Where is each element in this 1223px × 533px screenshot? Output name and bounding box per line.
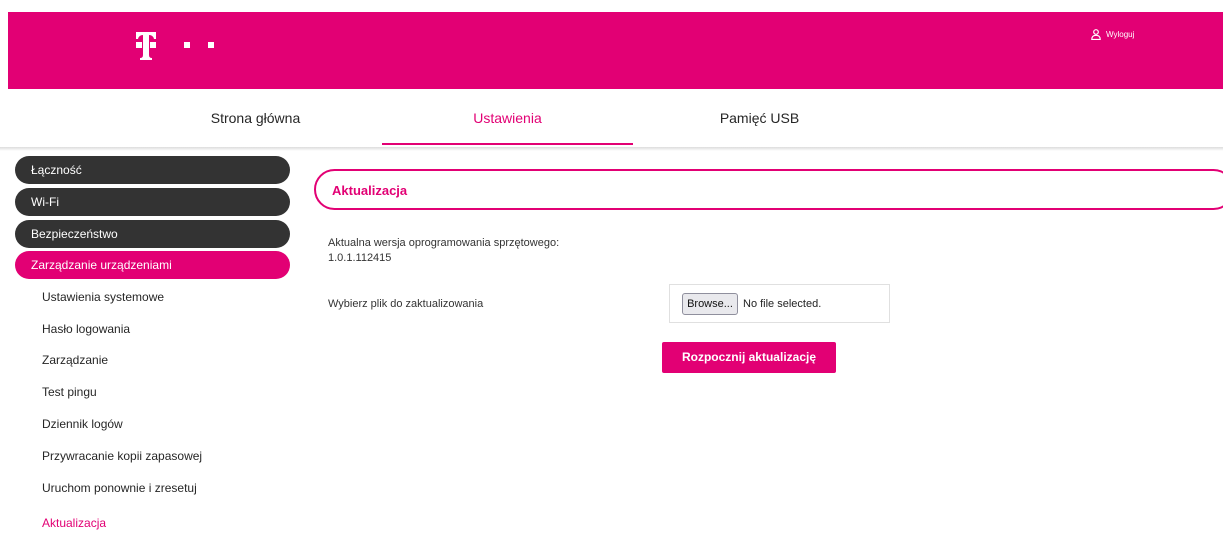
tab-home[interactable]: Strona główna [130,89,381,147]
sidebar-subitem-login-password[interactable]: Hasło logowania [42,322,130,336]
sidebar: Łączność Wi-Fi Bezpieczeństwo Zarządzani… [0,155,300,533]
user-icon [1091,28,1101,40]
sidebar-subitem-update[interactable]: Aktualizacja [42,516,106,530]
header-bar: Wyloguj [8,12,1223,89]
start-update-button[interactable]: Rozpocznij aktualizację [662,342,836,373]
logout-label: Wyloguj [1106,29,1135,39]
tab-usb-storage[interactable]: Pamięć USB [634,89,885,147]
no-file-text: No file selected. [743,298,822,310]
sidebar-subitem-system-settings[interactable]: Ustawienia systemowe [42,290,164,304]
browse-button[interactable]: Browse... [682,293,738,315]
nav-divider [0,147,1223,151]
sidebar-item-connectivity[interactable]: Łączność [15,156,290,184]
file-select-label: Wybierz plik do zaktualizowania [328,298,484,310]
section-title: Aktualizacja [332,183,408,198]
active-tab-underline [382,143,633,145]
tab-settings[interactable]: Ustawienia [382,89,633,147]
sidebar-subitem-restart-reset[interactable]: Uruchom ponownie i zresetuj [42,481,197,495]
firmware-version-label: Aktualna wersja oprogramowania sprzętowe… [328,237,560,249]
sidebar-item-security[interactable]: Bezpieczeństwo [15,220,290,248]
sidebar-item-label: Łączność [31,163,82,177]
firmware-version-value: 1.0.1.112415 [328,252,392,264]
sidebar-subitem-management[interactable]: Zarządzanie [42,353,108,367]
sidebar-item-label: Wi-Fi [31,195,59,209]
sidebar-subitem-log[interactable]: Dziennik logów [42,417,123,431]
section-header: Aktualizacja [314,169,1223,210]
sidebar-subitem-ping-test[interactable]: Test pingu [42,385,97,399]
telekom-t-logo-icon [136,30,236,70]
logout-button[interactable]: Wyloguj [1091,27,1134,41]
top-navigation: Strona główna Ustawienia Pamięć USB [0,89,1223,151]
sidebar-item-label: Bezpieczeństwo [31,227,118,241]
sidebar-item-label: Zarządzanie urządzeniami [31,258,172,272]
sidebar-subitem-backup-restore[interactable]: Przywracanie kopii zapasowej [42,449,202,463]
sidebar-item-wifi[interactable]: Wi-Fi [15,188,290,216]
sidebar-item-device-management[interactable]: Zarządzanie urządzeniami [15,251,290,279]
file-input[interactable]: Browse... No file selected. [669,284,890,323]
